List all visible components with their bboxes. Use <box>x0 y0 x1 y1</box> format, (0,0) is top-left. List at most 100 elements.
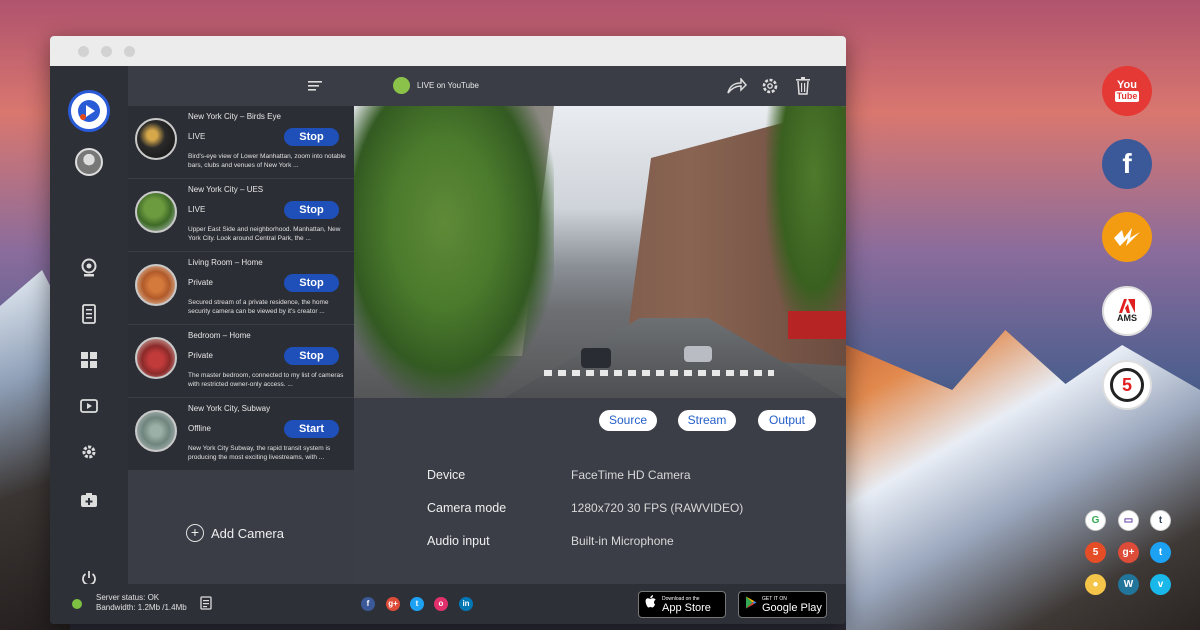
preview-car <box>684 346 712 362</box>
ams-label: AMS <box>1117 313 1137 323</box>
stop-button[interactable]: Stop <box>284 201 339 219</box>
source-info: Device FaceTime HD Camera Camera mode 12… <box>354 444 846 584</box>
youtube-top-text: You <box>1117 79 1137 91</box>
live-indicator <box>393 77 410 94</box>
share-icon[interactable] <box>726 75 748 97</box>
camera-name: Bedroom – Home <box>188 331 251 340</box>
app-store-button[interactable]: Download on the App Store <box>638 591 726 618</box>
stop-button[interactable]: Stop <box>284 274 339 292</box>
grammarly-icon[interactable]: G <box>1085 510 1106 531</box>
plus-icon: + <box>186 524 204 542</box>
camera-thumbnail <box>135 264 177 306</box>
camera-item-subway[interactable]: New York City, Subway Offline Start New … <box>128 398 354 471</box>
server-status: Server status: OK <box>96 593 160 602</box>
window-close-button[interactable] <box>78 45 89 57</box>
server-status-text: Server status: OK Bandwidth: 1.2Mb /1.4M… <box>96 593 187 613</box>
twitter-icon[interactable]: t <box>410 597 424 611</box>
logo-icon[interactable] <box>68 90 110 132</box>
camera-thumbnail <box>135 191 177 233</box>
camera-name: New York City – Birds Eye <box>188 112 281 121</box>
youtube-icon[interactable]: You Tube <box>1102 66 1152 116</box>
preview-crosswalk <box>544 370 774 376</box>
camera-list: New York City – Birds Eye LIVE Stop Bird… <box>128 66 354 584</box>
bandwidth: Bandwidth: 1.2Mb /1.4Mb <box>96 603 187 612</box>
grid-icon[interactable] <box>77 348 101 372</box>
add-camera-button[interactable]: + Add Camera <box>186 524 284 542</box>
camera-item-birds-eye[interactable]: New York City – Birds Eye LIVE Stop Bird… <box>128 106 354 179</box>
app-window: New York City – Birds Eye LIVE Stop Bird… <box>50 36 846 624</box>
linkedin-icon[interactable]: in <box>459 597 473 611</box>
add-camera-icon[interactable] <box>77 488 101 512</box>
top-bar: LIVE on YouTube <box>354 66 846 106</box>
settings-tabs: Source Stream Output <box>354 398 846 444</box>
trash-icon[interactable] <box>792 75 814 97</box>
settings-icon[interactable] <box>759 75 781 97</box>
five-label: 5 <box>1110 368 1144 402</box>
camera-description: The master bedroom, connected to my list… <box>188 372 344 388</box>
live-label: LIVE on YouTube <box>417 81 479 90</box>
camera-status: Offline <box>188 424 211 433</box>
twitch-icon[interactable]: ▭ <box>1118 510 1139 531</box>
google-plus-icon[interactable]: g+ <box>386 597 400 611</box>
filter-icon[interactable] <box>308 80 322 98</box>
audio-input-label: Audio input <box>427 534 490 548</box>
twitter-icon[interactable]: t <box>1150 542 1171 563</box>
wordpress-icon[interactable]: W <box>1118 574 1139 595</box>
cloud-icon[interactable]: ● <box>1085 574 1106 595</box>
camera-name: New York City – UES <box>188 185 264 194</box>
google-play-big-text: Google Play <box>762 601 822 614</box>
title-bar[interactable] <box>50 36 846 66</box>
camera-mode-value[interactable]: 1280x720 30 FPS (RAWVIDEO) <box>571 501 743 515</box>
preview-awning <box>788 311 846 339</box>
camera-status: Private <box>188 351 213 360</box>
stop-button[interactable]: Stop <box>284 347 339 365</box>
window-minimize-button[interactable] <box>101 45 112 57</box>
device-icon[interactable] <box>77 302 101 326</box>
instagram-icon[interactable]: o <box>434 597 448 611</box>
tumblr-icon[interactable]: t <box>1150 510 1171 531</box>
add-camera-label: Add Camera <box>211 525 284 541</box>
apple-icon <box>645 595 657 614</box>
facebook-icon[interactable]: f <box>361 597 375 611</box>
adobe-media-server-icon[interactable]: AMS <box>1102 286 1152 336</box>
tab-output[interactable]: Output <box>758 410 816 431</box>
start-button[interactable]: Start <box>284 420 339 438</box>
camera-status: LIVE <box>188 132 206 141</box>
stop-button[interactable]: Stop <box>284 128 339 146</box>
vimeo-icon[interactable]: v <box>1150 574 1171 595</box>
camera-description: Upper East Side and neighborhood. Manhat… <box>188 226 341 242</box>
camera-name: Living Room – Home <box>188 258 263 267</box>
report-icon[interactable] <box>200 596 212 615</box>
camera-description: Secured stream of a private residence, t… <box>188 299 329 315</box>
camera-item-living-room[interactable]: Living Room – Home Private Stop Secured … <box>128 252 354 325</box>
wowza-icon[interactable] <box>1102 212 1152 262</box>
camera-status: LIVE <box>188 205 206 214</box>
html5-icon[interactable]: 5 <box>1085 542 1106 563</box>
camera-item-bedroom[interactable]: Bedroom – Home Private Stop The master b… <box>128 325 354 398</box>
camera-thumbnail <box>135 337 177 379</box>
server-status-indicator <box>72 599 82 609</box>
tab-stream[interactable]: Stream <box>678 410 736 431</box>
camera-thumbnail <box>135 118 177 160</box>
video-icon[interactable] <box>77 394 101 418</box>
camera-description: New York City Subway, the rapid transit … <box>188 445 331 461</box>
audio-input-value[interactable]: Built-in Microphone <box>571 534 674 548</box>
google-play-button[interactable]: GET IT ON Google Play <box>738 591 827 618</box>
webcam-icon[interactable] <box>77 256 101 280</box>
target-five-icon[interactable]: 5 <box>1102 360 1152 410</box>
preview-trees-right <box>766 106 846 336</box>
avatar[interactable] <box>75 148 103 176</box>
google-plus-icon[interactable]: g+ <box>1118 542 1139 563</box>
facebook-icon[interactable]: f <box>1102 139 1152 189</box>
left-rail <box>50 66 128 586</box>
camera-item-ues[interactable]: New York City – UES LIVE Stop Upper East… <box>128 179 354 252</box>
camera-preview[interactable] <box>354 106 846 398</box>
camera-list-header <box>128 66 354 106</box>
camera-status: Private <box>188 278 213 287</box>
camera-thumbnail <box>135 410 177 452</box>
camera-description: Bird's-eye view of Lower Manhattan, zoom… <box>188 153 346 169</box>
settings-icon[interactable] <box>77 440 101 464</box>
device-value[interactable]: FaceTime HD Camera <box>571 468 691 482</box>
tab-source[interactable]: Source <box>599 410 657 431</box>
window-zoom-button[interactable] <box>124 45 135 57</box>
